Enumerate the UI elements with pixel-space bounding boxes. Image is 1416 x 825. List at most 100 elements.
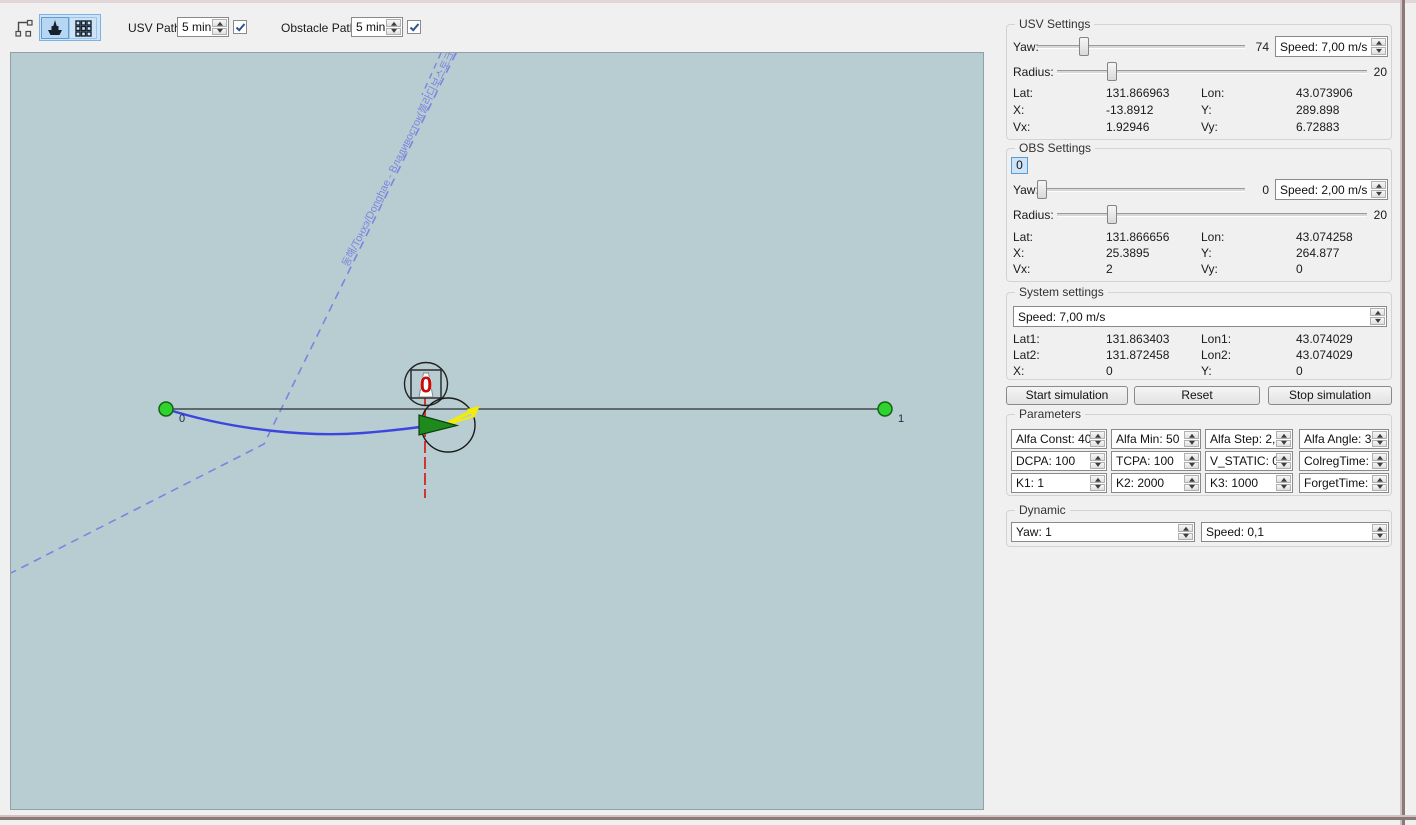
- slider-handle[interactable]: [1079, 37, 1089, 56]
- grid-mode-button[interactable]: [69, 17, 97, 39]
- start-simulation-button[interactable]: Start simulation: [1006, 386, 1128, 405]
- spin-up-button[interactable]: [1372, 453, 1387, 461]
- spin-down-button[interactable]: [1371, 47, 1386, 55]
- field-label: Y:: [1201, 103, 1212, 117]
- usv-radius-slider[interactable]: [1057, 62, 1367, 81]
- spin-up-button[interactable]: [1371, 181, 1386, 189]
- system-settings-title: System settings: [1015, 285, 1108, 299]
- obstacle-path-checkbox[interactable]: [407, 20, 421, 34]
- usv-speed-value: Speed: 7,00 m/s: [1276, 40, 1371, 54]
- usv-marker[interactable]: [419, 398, 480, 452]
- dynamic-yaw-spinbox[interactable]: Yaw: 1: [1011, 522, 1195, 542]
- k2-spinbox[interactable]: K2: 2000: [1111, 473, 1201, 493]
- spin-down-button[interactable]: [1372, 462, 1387, 470]
- spin-up-button[interactable]: [1090, 475, 1105, 483]
- spin-up-button[interactable]: [1372, 524, 1387, 532]
- reset-button[interactable]: Reset: [1134, 386, 1260, 405]
- system-row-1: Lat1:131.863403 Lon1:43.074029: [1007, 332, 1391, 347]
- spin-down-button[interactable]: [386, 28, 401, 36]
- map-canvas[interactable]: 동해/Тонхэ/Donghae - Владивосток(블라디보스토크) …: [10, 52, 984, 810]
- spin-down-button[interactable]: [1276, 462, 1291, 470]
- path-edit-icon[interactable]: [13, 17, 35, 39]
- obs-yaw-value: 0: [1247, 183, 1269, 197]
- spin-up-button[interactable]: [1372, 431, 1387, 439]
- usv-speed-spinbox[interactable]: Speed: 7,00 m/s: [1275, 36, 1388, 57]
- system-speed-spinbox[interactable]: Speed: 7,00 m/s: [1013, 306, 1387, 327]
- waypoint-1[interactable]: 1: [878, 402, 904, 425]
- grid-icon: [74, 19, 92, 37]
- slider-handle[interactable]: [1107, 62, 1117, 81]
- spin-up-button[interactable]: [1090, 453, 1105, 461]
- param-value: K1: 1: [1012, 476, 1090, 490]
- spin-up-button[interactable]: [1178, 524, 1193, 532]
- usv-path-spinbox[interactable]: 5 min.: [177, 17, 229, 37]
- spin-down-button[interactable]: [1090, 440, 1105, 448]
- spin-down-button[interactable]: [1276, 484, 1291, 492]
- spin-up-button[interactable]: [1276, 453, 1291, 461]
- tcpa-spinbox[interactable]: TCPA: 100: [1111, 451, 1201, 471]
- waypoint-1-dot[interactable]: [878, 402, 892, 416]
- spin-up-button[interactable]: [1370, 308, 1385, 316]
- ferry-route-line: [11, 53, 456, 573]
- slider-groove[interactable]: [1057, 70, 1367, 74]
- spin-down-button[interactable]: [1370, 317, 1385, 325]
- spin-down-button[interactable]: [1184, 440, 1199, 448]
- param-value: Alfa Min: 50: [1112, 432, 1184, 446]
- spin-up-button[interactable]: [212, 19, 227, 27]
- slider-groove[interactable]: [1037, 45, 1245, 49]
- param-value: Alfa Step: 2,10: [1206, 432, 1276, 446]
- spin-down-button[interactable]: [1090, 484, 1105, 492]
- dcpa-spinbox[interactable]: DCPA: 100: [1011, 451, 1107, 471]
- param-value: TCPA: 100: [1112, 454, 1184, 468]
- usv-path-checkbox[interactable]: [233, 20, 247, 34]
- spin-down-button[interactable]: [1276, 440, 1291, 448]
- spin-up-button[interactable]: [1184, 431, 1199, 439]
- waypoint-0-dot[interactable]: [159, 402, 173, 416]
- obs-yaw-slider[interactable]: [1037, 180, 1245, 199]
- spin-up-button[interactable]: [386, 19, 401, 27]
- spin-up-button[interactable]: [1184, 453, 1199, 461]
- waypoint-0[interactable]: 0: [159, 402, 185, 425]
- stop-simulation-button[interactable]: Stop simulation: [1268, 386, 1392, 405]
- spin-down-button[interactable]: [1184, 484, 1199, 492]
- alfa-const-spinbox[interactable]: Alfa Const: 400: [1011, 429, 1107, 449]
- field-label: Lon:: [1201, 86, 1224, 100]
- colreg-time-spinbox[interactable]: ColregTime: 30: [1299, 451, 1389, 471]
- spin-up-button[interactable]: [1184, 475, 1199, 483]
- slider-groove[interactable]: [1057, 213, 1367, 217]
- k3-spinbox[interactable]: K3: 1000: [1205, 473, 1293, 493]
- checkmark-icon: [408, 21, 421, 34]
- v-static-spinbox[interactable]: V_STATIC: 0,90: [1205, 451, 1293, 471]
- spin-up-button[interactable]: [1276, 431, 1291, 439]
- alfa-angle-spinbox[interactable]: Alfa Angle: 30: [1299, 429, 1389, 449]
- spin-up-button[interactable]: [1372, 475, 1387, 483]
- usv-yaw-slider[interactable]: [1037, 37, 1245, 56]
- dynamic-speed-spinbox[interactable]: Speed: 0,1: [1201, 522, 1389, 542]
- spin-down-button[interactable]: [212, 28, 227, 36]
- slider-handle[interactable]: [1037, 180, 1047, 199]
- spin-up-button[interactable]: [1276, 475, 1291, 483]
- spin-up-button[interactable]: [1090, 431, 1105, 439]
- obs-radius-slider[interactable]: [1057, 205, 1367, 224]
- alfa-min-spinbox[interactable]: Alfa Min: 50: [1111, 429, 1201, 449]
- spin-up-button[interactable]: [1371, 38, 1386, 46]
- param-value: DCPA: 100: [1012, 454, 1090, 468]
- obstacle-path-spinbox[interactable]: 5 min.: [351, 17, 403, 37]
- spin-down-button[interactable]: [1178, 533, 1193, 541]
- ship-mode-button[interactable]: [41, 17, 69, 39]
- spin-down-button[interactable]: [1371, 190, 1386, 198]
- alfa-step-spinbox[interactable]: Alfa Step: 2,10: [1205, 429, 1293, 449]
- param-value: K3: 1000: [1206, 476, 1276, 490]
- forget-time-spinbox[interactable]: ForgetTime: 30: [1299, 473, 1389, 493]
- obs-tab-0[interactable]: 0: [1011, 157, 1028, 174]
- spin-down-button[interactable]: [1372, 533, 1387, 541]
- spin-down-button[interactable]: [1372, 484, 1387, 492]
- slider-handle[interactable]: [1107, 205, 1117, 224]
- obs-speed-spinbox[interactable]: Speed: 2,00 m/s: [1275, 179, 1388, 200]
- spin-down-button[interactable]: [1184, 462, 1199, 470]
- spin-down-button[interactable]: [1090, 462, 1105, 470]
- k1-spinbox[interactable]: K1: 1: [1011, 473, 1107, 493]
- slider-groove[interactable]: [1037, 188, 1245, 192]
- field-value: 0: [1296, 364, 1303, 378]
- spin-down-button[interactable]: [1372, 440, 1387, 448]
